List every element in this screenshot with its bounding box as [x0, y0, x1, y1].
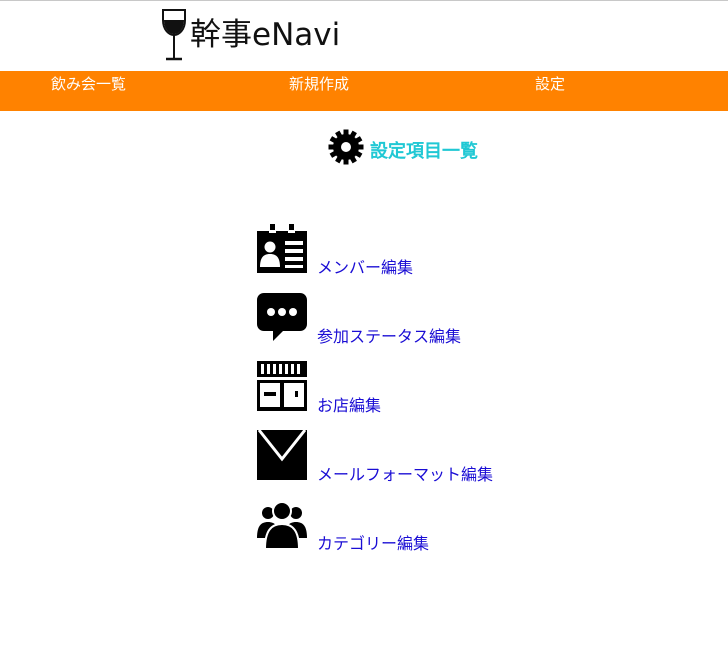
member-card-icon — [257, 224, 307, 273]
menu-item-category-edit[interactable]: カテゴリー編集 — [256, 498, 429, 553]
menu-item-store-edit[interactable]: お店編集 — [256, 360, 381, 415]
logo-text: 幹事eNavi — [190, 16, 341, 53]
gear-icon — [328, 129, 364, 165]
group-icon — [257, 501, 307, 550]
page-heading: 設定項目一覧 — [328, 129, 478, 165]
menu-item-status-edit[interactable]: 参加ステータス編集 — [256, 291, 461, 346]
menu-item-member-edit[interactable]: メンバー編集 — [256, 222, 413, 277]
menu-label-category-edit: カテゴリー編集 — [317, 534, 430, 553]
menu-item-mail-format-edit[interactable]: メールフォーマット編集 — [256, 429, 493, 484]
store-icon — [257, 361, 307, 411]
nav-item-create-new[interactable]: 新規作成 — [289, 73, 349, 94]
mail-icon — [257, 429, 307, 480]
nav-item-party-list[interactable]: 飲み会一覧 — [51, 73, 126, 94]
nav-item-settings[interactable]: 設定 — [535, 73, 565, 94]
page-title: 設定項目一覧 — [370, 141, 478, 162]
menu-label-status-edit: 参加ステータス編集 — [317, 327, 462, 346]
logo[interactable]: 幹事eNavi — [160, 7, 340, 63]
menu-label-store-edit: お店編集 — [317, 396, 382, 415]
nav-bar: 飲み会一覧 新規作成 設定 — [0, 71, 728, 111]
page: 幹事eNavi 飲み会一覧 新規作成 設定 設定項目一覧 メンバー編集 参加ステ… — [0, 0, 728, 647]
wine-glass-icon — [162, 9, 186, 61]
menu-label-mail-format-edit: メールフォーマット編集 — [317, 465, 494, 484]
speech-bubble-icon — [257, 293, 307, 341]
menu-label-member-edit: メンバー編集 — [317, 258, 414, 277]
